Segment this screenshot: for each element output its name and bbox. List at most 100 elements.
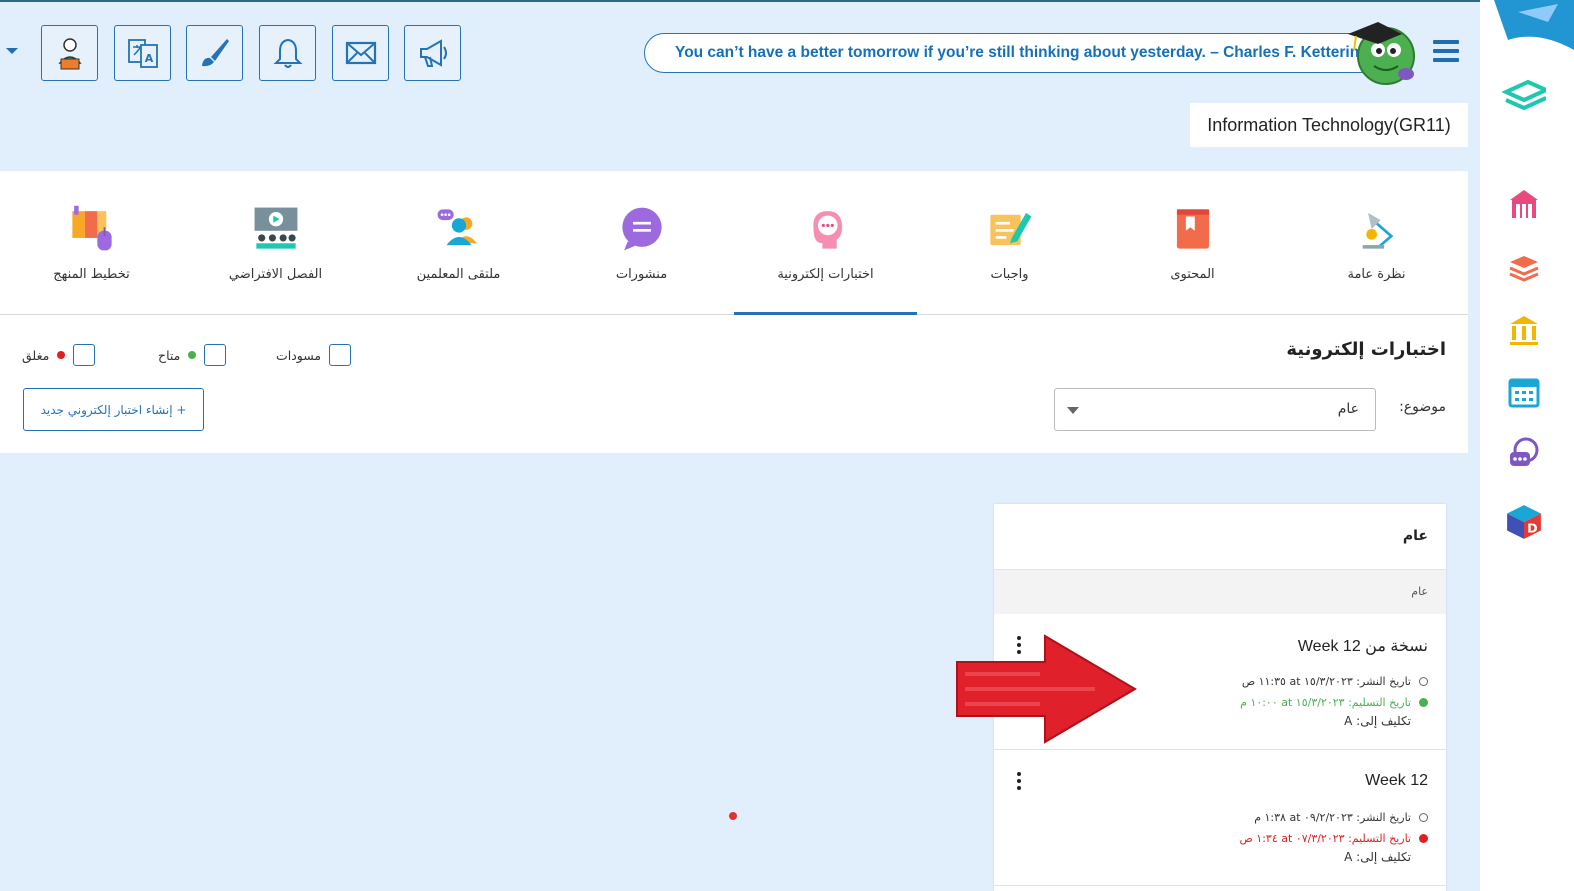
- exam-title[interactable]: نسخة من Week 12: [1298, 636, 1428, 656]
- exam-title[interactable]: Week 12: [1365, 772, 1428, 790]
- exam-assign-text: تكليف إلى: A: [1344, 714, 1411, 728]
- tab-virtual-classroom[interactable]: الفصل الافتراضي: [184, 171, 367, 315]
- sidebar-decor: [1494, 0, 1574, 50]
- red-arrow-annotation: [956, 634, 1137, 744]
- status-dot-icon: [1419, 698, 1428, 707]
- create-exam-button[interactable]: + إنشاء اختبار إلكتروني جديد: [23, 388, 204, 431]
- available-dot-icon: [188, 351, 197, 359]
- status-dot-icon: [1419, 834, 1428, 843]
- closed-dot-icon: [57, 351, 66, 359]
- exam-publish-date: تاريخ النشر: ١٥/٣/٢٠٢٣ at ١١:٣٥ ص: [1242, 675, 1428, 688]
- tab-posts[interactable]: منشورات: [550, 171, 733, 315]
- card-header: عام: [994, 504, 1446, 570]
- subject-select-value: عام: [1337, 401, 1359, 417]
- head-chat-icon: [796, 201, 856, 257]
- tab-curriculum-planning-label: تخطيط المنهج: [53, 267, 130, 282]
- course-nav: نظرة عامة المحتوى واجبات اختبارات إلكترو…: [0, 171, 1468, 316]
- drafts-checkbox[interactable]: [329, 344, 352, 366]
- curriculum-books-icon: [62, 201, 122, 257]
- translate-icon: A: [127, 39, 158, 68]
- tab-online-exams-label: اختبارات إلكترونية: [777, 267, 874, 282]
- exam-due-text: تاريخ التسليم: ٠٧/٣/٢٠٢٣ at ١:٣٤ ص: [1239, 832, 1412, 845]
- teacher-icon: [57, 38, 82, 70]
- messages-button[interactable]: [332, 25, 389, 81]
- mail-icon: [345, 41, 376, 65]
- exam-publish-text: تاريخ النشر: ٠٩/٢/٢٠٢٣ at ١:٣٨ م: [1254, 811, 1411, 824]
- tab-virtual-classroom-label: الفصل الافتراضي: [228, 267, 323, 282]
- tab-teachers-forum[interactable]: ملتقى المعلمين: [367, 171, 550, 315]
- clock-icon: [1419, 813, 1428, 822]
- logo-layers-icon[interactable]: [1502, 72, 1546, 116]
- legend-closed[interactable]: مغلق: [22, 343, 96, 367]
- speech-bubble-icon: [612, 201, 672, 257]
- tab-overview-label: نظرة عامة: [1347, 267, 1406, 282]
- exam-due-date: تاريخ التسليم: ١٥/٣/٢٠٢٣ at ١٠:٠٠ م: [1240, 696, 1428, 709]
- subject-label: موضوع:: [1399, 399, 1446, 415]
- dinosaur-mascot-icon[interactable]: [1338, 14, 1424, 88]
- books-stack-icon[interactable]: [1502, 244, 1546, 288]
- brush-icon: [201, 39, 229, 67]
- translate-button[interactable]: A: [114, 25, 171, 81]
- red-dot-annotation: [729, 812, 737, 820]
- tab-overview[interactable]: نظرة عامة: [1285, 171, 1468, 315]
- exam-item[interactable]: Week 12 تاريخ النشر: ٠٩/٢/٢٠٢٣ at ١:٣٨ م…: [994, 750, 1446, 886]
- exam-due-date: تاريخ التسليم: ٠٧/٣/٢٠٢٣ at ١:٣٤ ص: [1239, 832, 1428, 845]
- theme-button[interactable]: [186, 25, 243, 81]
- exam-assigned-to: تكليف إلى: A: [1344, 850, 1411, 864]
- menu-icon[interactable]: [1433, 40, 1459, 62]
- closed-checkbox[interactable]: [73, 344, 96, 366]
- tab-assignments-label: واجبات: [990, 267, 1029, 282]
- calendar-icon[interactable]: [1502, 370, 1546, 414]
- tab-online-exams[interactable]: اختبارات إلكترونية: [734, 171, 917, 316]
- podcast-chat-icon[interactable]: [1502, 432, 1546, 476]
- more-options-icon[interactable]: [1016, 772, 1022, 792]
- 3d-box-icon[interactable]: D: [1502, 500, 1546, 544]
- desk-lamp-icon: [1347, 201, 1407, 257]
- motivational-quote: You can’t have a better tomorrow if you’…: [644, 33, 1384, 73]
- svg-text:A: A: [144, 52, 153, 65]
- school-icon[interactable]: [1502, 182, 1546, 226]
- institution-icon[interactable]: [1502, 308, 1546, 352]
- chevron-down-icon: [1067, 407, 1079, 414]
- exam-publish-date: تاريخ النشر: ٠٩/٢/٢٠٢٣ at ١:٣٨ م: [1254, 811, 1428, 824]
- subject-select[interactable]: عام: [1054, 388, 1376, 431]
- megaphone-icon: [419, 39, 447, 67]
- drafts-label: مسودات: [276, 347, 322, 363]
- page-title: اختبارات إلكترونية: [1286, 339, 1446, 360]
- profile-button[interactable]: [41, 25, 98, 81]
- course-title-text: Information Technology(GR11): [1207, 114, 1451, 135]
- exam-publish-text: تاريخ النشر: ١٥/٣/٢٠٢٣ at ١١:٣٥ ص: [1241, 675, 1411, 688]
- right-sidebar: D: [1480, 0, 1574, 891]
- legend-drafts[interactable]: مسودات: [276, 343, 352, 367]
- clock-icon: [1419, 677, 1428, 686]
- tab-teachers-forum-label: ملتقى المعلمين: [416, 267, 501, 282]
- available-checkbox[interactable]: [204, 344, 227, 366]
- notifications-button[interactable]: [259, 25, 316, 81]
- tab-posts-label: منشورات: [615, 267, 668, 282]
- pen-paper-icon: [980, 201, 1040, 257]
- svg-text:D: D: [1527, 521, 1538, 536]
- closed-label: مغلق: [22, 347, 50, 363]
- top-border: [0, 0, 1480, 2]
- tab-content[interactable]: المحتوى: [1101, 171, 1284, 315]
- card-header-title: عام: [1402, 528, 1428, 544]
- exam-due-text: تاريخ التسليم: ١٥/٣/٢٠٢٣ at ١٠:٠٠ م: [1240, 696, 1411, 709]
- announcements-button[interactable]: [404, 25, 461, 81]
- tab-content-label: المحتوى: [1170, 267, 1215, 282]
- tab-assignments[interactable]: واجبات: [918, 171, 1101, 315]
- create-exam-button-label: + إنشاء اختبار إلكتروني جديد: [40, 402, 187, 417]
- course-title: Information Technology(GR11): [1190, 103, 1468, 147]
- card-subheader-title: عام: [1411, 585, 1428, 598]
- exams-filter-panel: اختبارات إلكترونية مسودات متاح مغلق موضو…: [0, 315, 1468, 453]
- exam-assign-text: تكليف إلى: A: [1344, 850, 1411, 864]
- available-label: متاح: [158, 347, 181, 363]
- tab-curriculum-planning[interactable]: تخطيط المنهج: [0, 171, 183, 315]
- dropdown-caret-icon[interactable]: [6, 48, 18, 54]
- legend-available[interactable]: متاح: [158, 343, 227, 367]
- quote-text: You can’t have a better tomorrow if you’…: [675, 44, 1369, 61]
- people-chat-icon: [429, 201, 489, 257]
- book-icon: [1163, 201, 1223, 257]
- card-subheader: عام: [994, 570, 1446, 614]
- exam-assigned-to: تكليف إلى: A: [1344, 714, 1411, 728]
- virtual-class-icon: [246, 201, 306, 257]
